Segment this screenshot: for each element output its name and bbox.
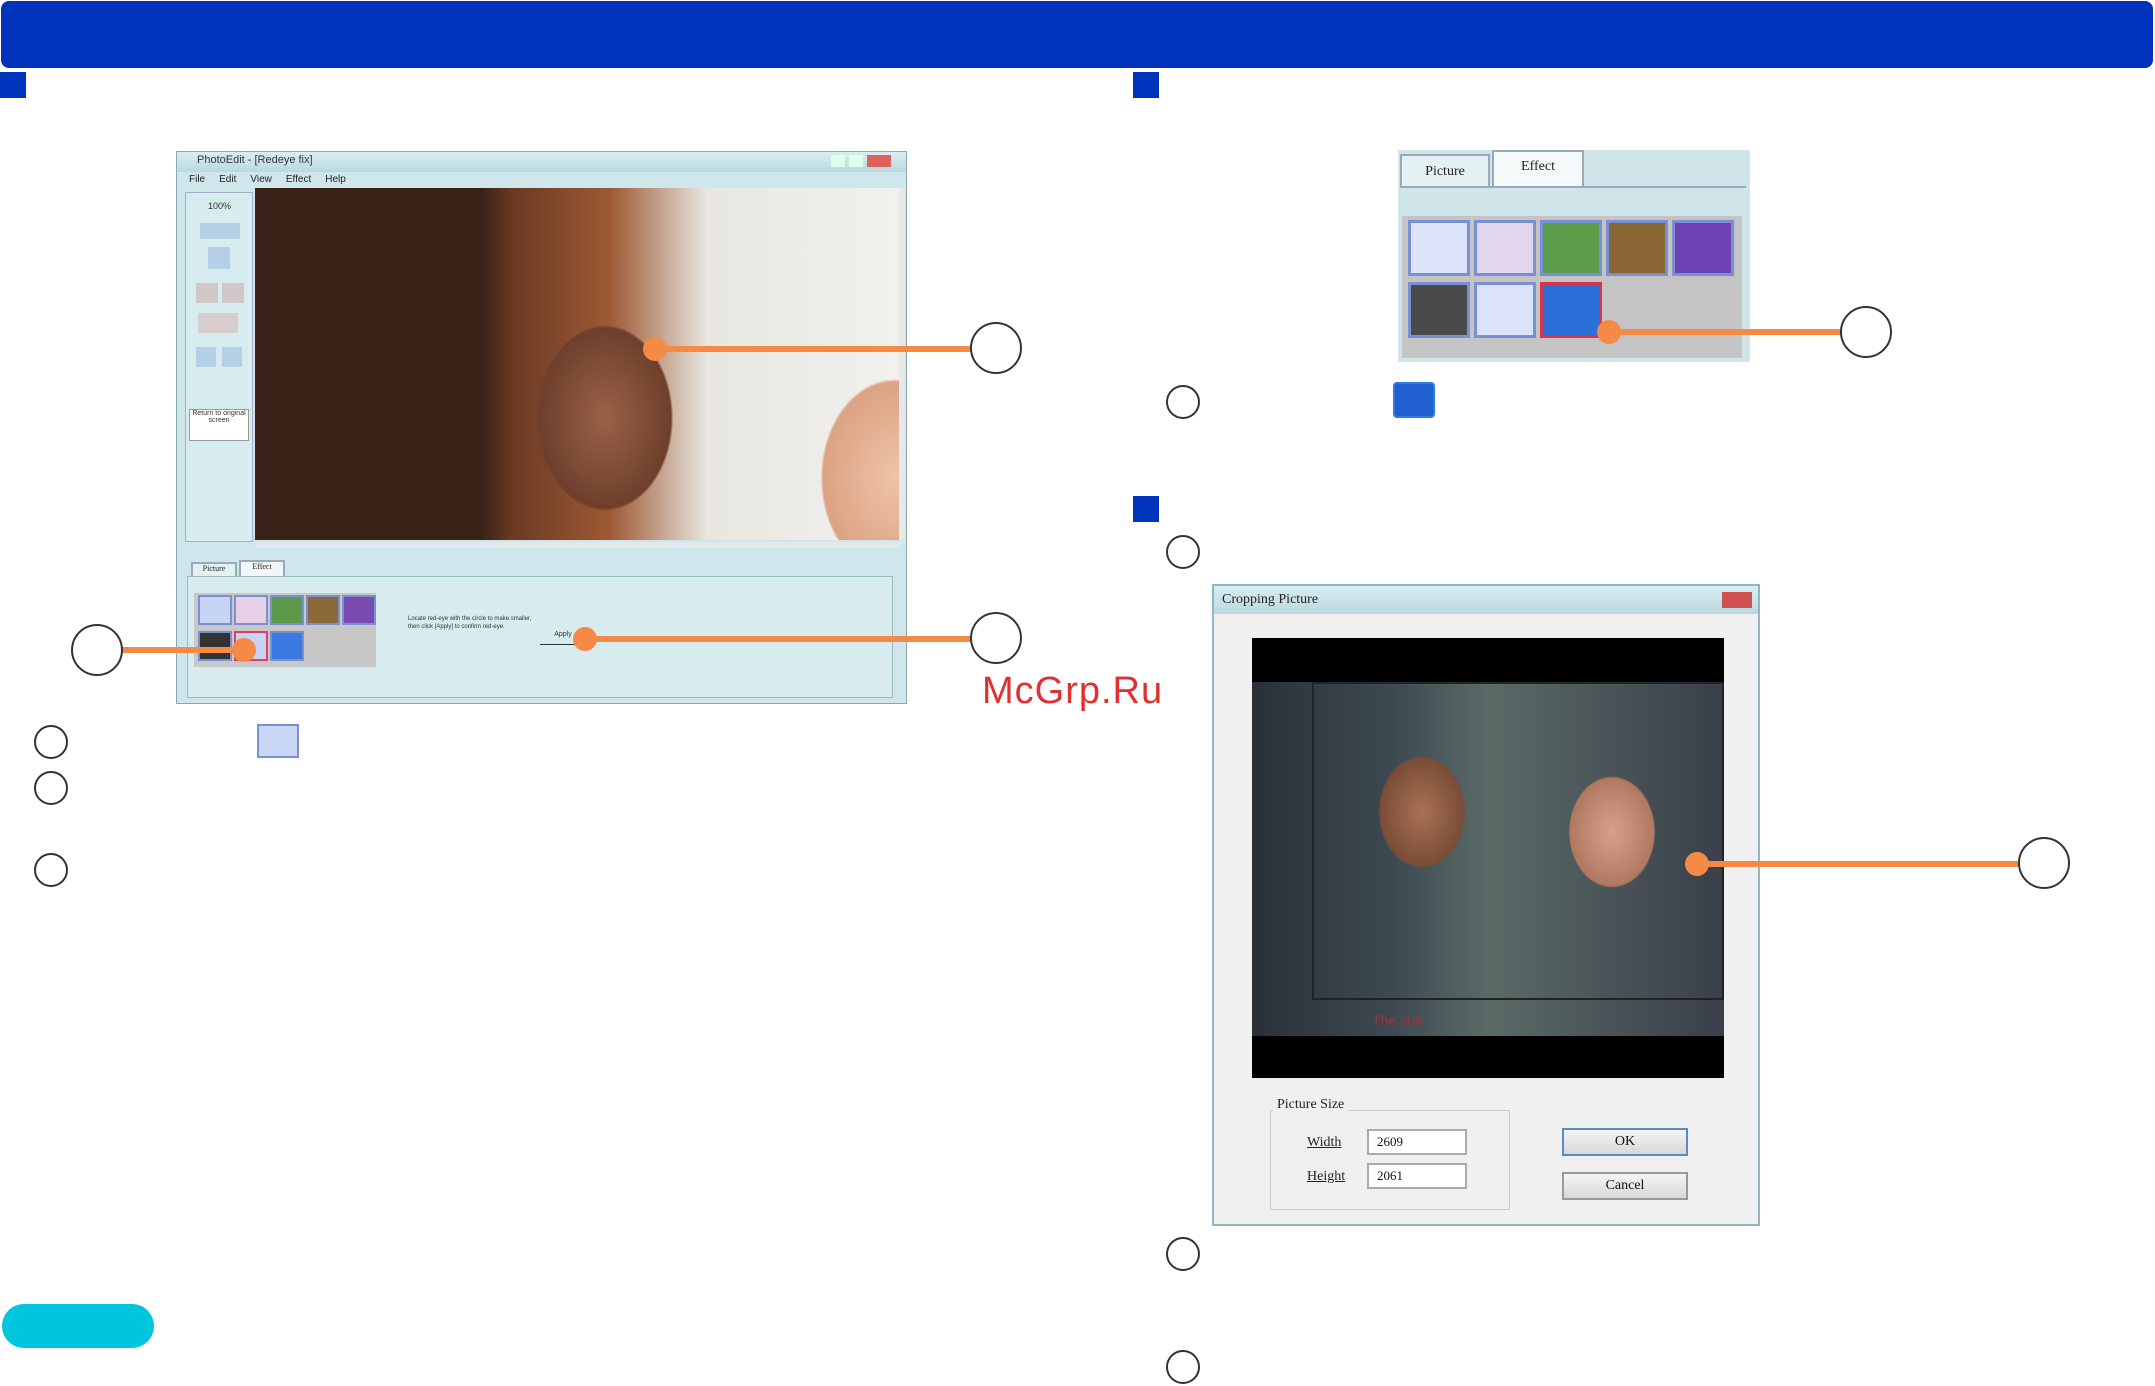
crop-effect-icon[interactable] (270, 631, 304, 661)
section-marker (1133, 72, 1159, 98)
status-text: Locate red-eye with the circle to make s… (408, 616, 532, 630)
height-label: Height (1307, 1169, 1346, 1184)
tab-effect[interactable]: Effect (239, 560, 285, 576)
callout-number (1840, 306, 1892, 358)
shirt-text: The sun (1372, 1012, 1423, 1028)
redo-button[interactable] (222, 347, 242, 367)
brightness-effect-icon[interactable] (198, 595, 232, 625)
callout-line (652, 346, 974, 352)
callout-dot (1685, 852, 1709, 876)
rotate-left-button[interactable] (196, 283, 218, 303)
height-field[interactable]: 2061 (1367, 1163, 1467, 1189)
zoom-button[interactable] (200, 223, 240, 239)
vertical-scrollbar[interactable] (899, 188, 905, 540)
crop-photo[interactable]: The sun (1252, 682, 1724, 1036)
step-number (1166, 1237, 1200, 1271)
night-effect-icon[interactable] (1408, 282, 1470, 338)
tool-sidebar: 100% Return to original screen (185, 192, 253, 542)
tab-divider (1400, 186, 1746, 188)
width-field[interactable]: 2609 (1367, 1129, 1467, 1155)
tab-picture[interactable]: Picture (1400, 154, 1490, 186)
callout-number (970, 322, 1022, 374)
callout-dot (573, 627, 597, 651)
section-marker (1133, 496, 1159, 522)
menu-edit[interactable]: Edit (219, 174, 236, 188)
night-effect-icon[interactable] (198, 631, 232, 661)
flip-button[interactable] (198, 313, 238, 333)
photo-preview[interactable] (255, 188, 901, 540)
cropping-dialog: Cropping Picture The sun Picture Size Wi… (1212, 584, 1760, 1226)
step-number (34, 853, 68, 887)
landscape-effect-icon[interactable] (270, 595, 304, 625)
minimize-icon[interactable] (831, 155, 845, 167)
ok-button[interactable]: OK (1562, 1128, 1688, 1156)
purple-effect-icon[interactable] (342, 595, 376, 625)
undo-button[interactable] (196, 347, 216, 367)
rotate-right-button[interactable] (222, 283, 244, 303)
width-label: Width (1307, 1135, 1342, 1150)
cancel-button[interactable]: Cancel (1562, 1172, 1688, 1200)
menu-file[interactable]: File (189, 174, 205, 188)
callout-dot (1597, 320, 1621, 344)
effect-thumbs (194, 593, 376, 667)
crop-canvas[interactable]: The sun (1252, 638, 1724, 1078)
section-marker (0, 72, 26, 98)
watermark: McGrp.Ru (982, 670, 1164, 712)
crop-icon (1393, 382, 1435, 418)
landscape-effect-icon[interactable] (1540, 220, 1602, 276)
callout-number (71, 624, 123, 676)
tab-picture[interactable]: Picture (191, 562, 237, 576)
step-number (1166, 535, 1200, 569)
window-title: PhotoEdit - [Redeye fix] (197, 154, 313, 166)
window-titlebar: PhotoEdit - [Redeye fix] (177, 152, 906, 172)
callout-number (2018, 837, 2070, 889)
brightness-effect-icon[interactable] (1408, 220, 1470, 276)
maximize-icon[interactable] (849, 155, 863, 167)
tab-effect[interactable]: Effect (1492, 150, 1584, 186)
fit-button[interactable] (208, 247, 230, 269)
purple-effect-icon[interactable] (1672, 220, 1734, 276)
dialog-titlebar: Cropping Picture (1214, 586, 1758, 614)
step-number (1166, 1350, 1200, 1384)
crop-effect-icon[interactable] (1540, 282, 1602, 338)
redeye-effect-icon[interactable] (1474, 282, 1536, 338)
callout-dot (643, 337, 667, 361)
menu-help[interactable]: Help (325, 174, 346, 188)
menu-view[interactable]: View (250, 174, 272, 188)
callout-line (1606, 329, 1846, 335)
step-number (34, 725, 68, 759)
menu-bar: File Edit View Effect Help (189, 174, 689, 188)
close-icon[interactable] (867, 155, 891, 167)
callout-line (582, 636, 974, 642)
color-effect-icon[interactable] (1474, 220, 1536, 276)
nav-pill-button[interactable] (2, 1304, 154, 1348)
group-label: Picture Size (1273, 1097, 1349, 1113)
effect-grid (1402, 216, 1742, 358)
step-number (34, 771, 68, 805)
callout-dot (232, 638, 256, 662)
sepia-effect-icon[interactable] (306, 595, 340, 625)
crop-frame[interactable] (1312, 682, 1724, 1000)
callout-line (1694, 861, 2024, 867)
header-bar (1, 1, 2153, 68)
zoom-label: 100% (208, 201, 232, 211)
picture-size-group: Picture Size Width 2609 Height 2061 (1270, 1097, 1510, 1210)
step-number (1166, 385, 1200, 419)
callout-line (122, 647, 242, 653)
dialog-title: Cropping Picture (1222, 592, 1319, 607)
close-icon[interactable] (1722, 592, 1752, 608)
color-effect-icon[interactable] (234, 595, 268, 625)
sepia-effect-icon[interactable] (1606, 220, 1668, 276)
redeye-icon (257, 724, 299, 758)
photo-editor-window: PhotoEdit - [Redeye fix] File Edit View … (176, 151, 907, 704)
callout-number (970, 612, 1022, 664)
return-original-button[interactable]: Return to original screen (189, 409, 249, 441)
horizontal-scrollbar[interactable] (255, 542, 901, 548)
menu-effect[interactable]: Effect (286, 174, 311, 188)
